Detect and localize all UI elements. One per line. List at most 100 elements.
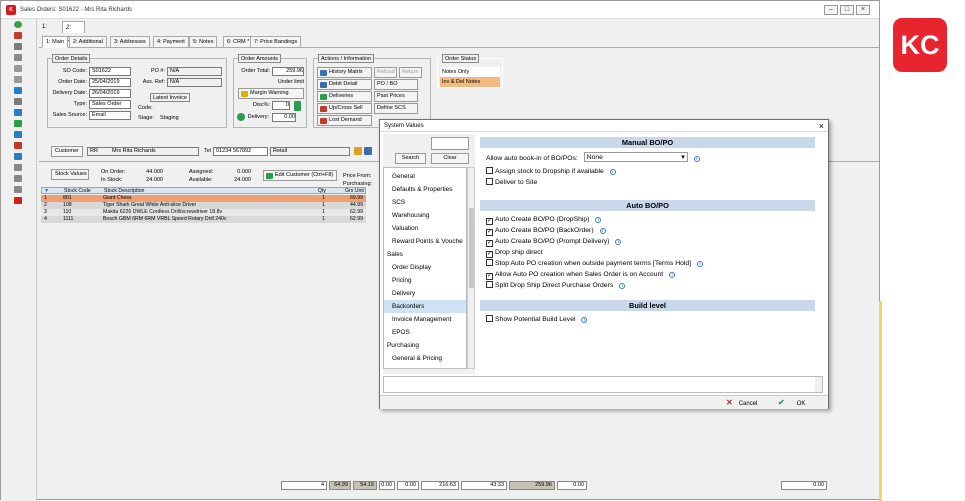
lost-demand-button[interactable]: Lost Demand <box>317 115 372 126</box>
edit-customer-button[interactable]: Edit Customer (Ctrl+F8) <box>263 170 337 181</box>
refresh-icon[interactable] <box>237 113 245 121</box>
option-row[interactable]: Deliver to Site <box>486 178 537 187</box>
option-row[interactable]: ✓ Drop ship direct <box>486 248 543 258</box>
dialog-close-button[interactable]: × <box>819 121 824 131</box>
col-stock-code[interactable]: Stock Code <box>64 188 100 195</box>
option-row[interactable]: Split Drop Ship Direct Purchase Orders i <box>486 281 626 290</box>
recalc-icon[interactable] <box>294 101 301 111</box>
option-row[interactable]: Stop Auto PO creation when outside payme… <box>486 259 704 268</box>
tree-item[interactable]: Purchasing <box>384 339 466 352</box>
search-input[interactable] <box>431 137 469 150</box>
import-icon[interactable] <box>14 120 22 127</box>
refund-button[interactable]: Refund <box>374 67 397 78</box>
col-stock-description[interactable]: Stock Description <box>104 188 264 195</box>
checkbox-unchecked[interactable] <box>486 178 493 185</box>
col-grs-unit[interactable]: Grs Unit <box>330 188 364 195</box>
delete-icon[interactable] <box>14 142 22 149</box>
maximize-button[interactable]: □ <box>840 5 854 15</box>
info-icon[interactable]: i <box>619 283 626 289</box>
delivery-field[interactable]: 0.00 <box>272 113 296 122</box>
clear-button[interactable]: Clear <box>431 153 469 164</box>
tree-item[interactable]: Reward Points & Vouche <box>384 235 466 248</box>
info-icon[interactable]: i <box>693 156 700 162</box>
define-scs-button[interactable]: Define SCS <box>374 103 418 114</box>
tab-additional[interactable]: 2: Additional <box>69 36 107 48</box>
tab-payment[interactable]: 4: Payment <box>153 36 189 48</box>
search-button[interactable]: Search <box>395 153 426 164</box>
tree-item[interactable]: EPOS <box>384 326 466 339</box>
checkbox-unchecked[interactable] <box>486 259 493 266</box>
filter-col-icon[interactable]: ▼ <box>44 188 52 195</box>
info-icon[interactable]: i <box>669 272 676 278</box>
print-icon[interactable] <box>14 98 22 105</box>
tel-field[interactable]: 01234 567892 <box>213 147 268 156</box>
export-icon[interactable] <box>14 131 22 138</box>
tree-scrollbar[interactable] <box>467 167 475 369</box>
ass-ref-field[interactable]: N/A <box>167 78 222 87</box>
tree-item[interactable]: Backorders <box>384 300 466 313</box>
up-cross-sell-button[interactable]: Up/Cross Sell <box>317 103 372 114</box>
report-icon[interactable] <box>14 164 22 171</box>
ok-button[interactable]: ✔ OK <box>778 397 818 408</box>
tree-item[interactable]: SCS <box>384 196 466 209</box>
tab-detail[interactable]: 2: Detail <box>62 21 86 43</box>
status-inv-del-notes[interactable]: Inv & Del Notes <box>440 77 500 87</box>
info-icon[interactable]: i <box>599 228 606 234</box>
table-row[interactable]: 2 108 Tiger Shark Great White Anti-slice… <box>41 202 366 209</box>
list-icon[interactable] <box>14 175 22 182</box>
option-row[interactable]: ✓ Allow Auto PO creation when Sales Order… <box>486 270 676 280</box>
cancel-button[interactable]: ✕ Cancel <box>726 397 760 408</box>
auto-bookin-select[interactable]: None ▾ <box>583 152 688 162</box>
tab-addresses[interactable]: 3: Addresses <box>110 36 150 48</box>
margin-warning-button[interactable]: Margin Warning <box>238 88 304 99</box>
option-row[interactable]: ✓ Auto Create BO/PO (Prompt Delivery) i <box>486 237 622 247</box>
description-scrollbar[interactable] <box>815 377 822 392</box>
order-date-field[interactable]: 25/04/2019 <box>89 78 131 87</box>
price-band-field[interactable]: Retail <box>270 147 350 156</box>
checkbox-unchecked[interactable] <box>486 281 493 288</box>
tree-scroll-thumb[interactable] <box>469 208 474 288</box>
info-icon[interactable]: i <box>581 317 588 323</box>
deliveries-button[interactable]: Deliveries <box>317 91 372 102</box>
tab-list[interactable]: 1: List <box>39 21 54 42</box>
tree-item[interactable]: Warehousing <box>384 209 466 222</box>
notes-icon[interactable] <box>14 186 22 193</box>
past-prices-button[interactable]: Past Prices <box>374 91 418 102</box>
close-window-button[interactable]: × <box>856 5 870 15</box>
info-icon[interactable]: i <box>697 261 704 267</box>
open-icon[interactable] <box>14 32 22 39</box>
status-notes-only[interactable]: Notes Only <box>440 67 500 77</box>
info-icon[interactable]: i <box>609 169 616 175</box>
history-matrix-button[interactable]: History Matrix <box>317 67 372 78</box>
return-button[interactable]: Return <box>399 67 422 78</box>
table-row[interactable]: 1 801 Giant Chess 1 69.99 <box>41 195 366 202</box>
tab-main[interactable]: 1: Main <box>42 36 69 48</box>
find-icon[interactable] <box>14 76 22 83</box>
checkbox-checked[interactable]: ✓ <box>486 218 493 225</box>
option-row[interactable]: Show Potential Build Level i <box>486 315 588 324</box>
tab-notes[interactable]: 5: Notes <box>189 36 218 48</box>
copy-icon[interactable] <box>14 43 22 50</box>
folder-icon[interactable] <box>354 147 362 155</box>
checkbox-checked[interactable]: ✓ <box>486 273 493 280</box>
tree-item[interactable]: General & Pricing <box>384 352 466 365</box>
tree-item[interactable]: General <box>384 170 466 183</box>
checkbox-unchecked[interactable] <box>486 315 493 322</box>
tree-item[interactable]: Defaults & Properties <box>384 183 466 196</box>
tree-item[interactable]: Delivery <box>384 287 466 300</box>
delivery-date-field[interactable]: 26/04/2019 <box>89 89 131 98</box>
tree-item[interactable]: Sales <box>384 248 466 261</box>
table-row[interactable]: 4 1111 Bosch GBM 6RM 6RM VRBL Speed Rota… <box>41 216 366 223</box>
tab-price-bandings[interactable]: 7: Price Bandings <box>250 36 302 48</box>
tree-item[interactable]: Invoice Management <box>384 313 466 326</box>
option-row[interactable]: ✓ Auto Create BO/PO (DropShip) i <box>486 215 602 225</box>
tab-crm[interactable]: 6: CRM * <box>223 36 254 48</box>
po-bo-button[interactable]: PO / BO <box>374 79 418 90</box>
disc-field[interactable]: 0 <box>272 101 290 110</box>
tree-item[interactable]: Valuation <box>384 222 466 235</box>
debit-detail-button[interactable]: Debit Detail <box>317 79 372 90</box>
close-icon[interactable] <box>14 197 22 204</box>
checkbox-checked[interactable]: ✓ <box>486 229 493 236</box>
info-icon[interactable]: i <box>595 217 602 223</box>
checkbox-checked[interactable]: ✓ <box>486 240 493 247</box>
